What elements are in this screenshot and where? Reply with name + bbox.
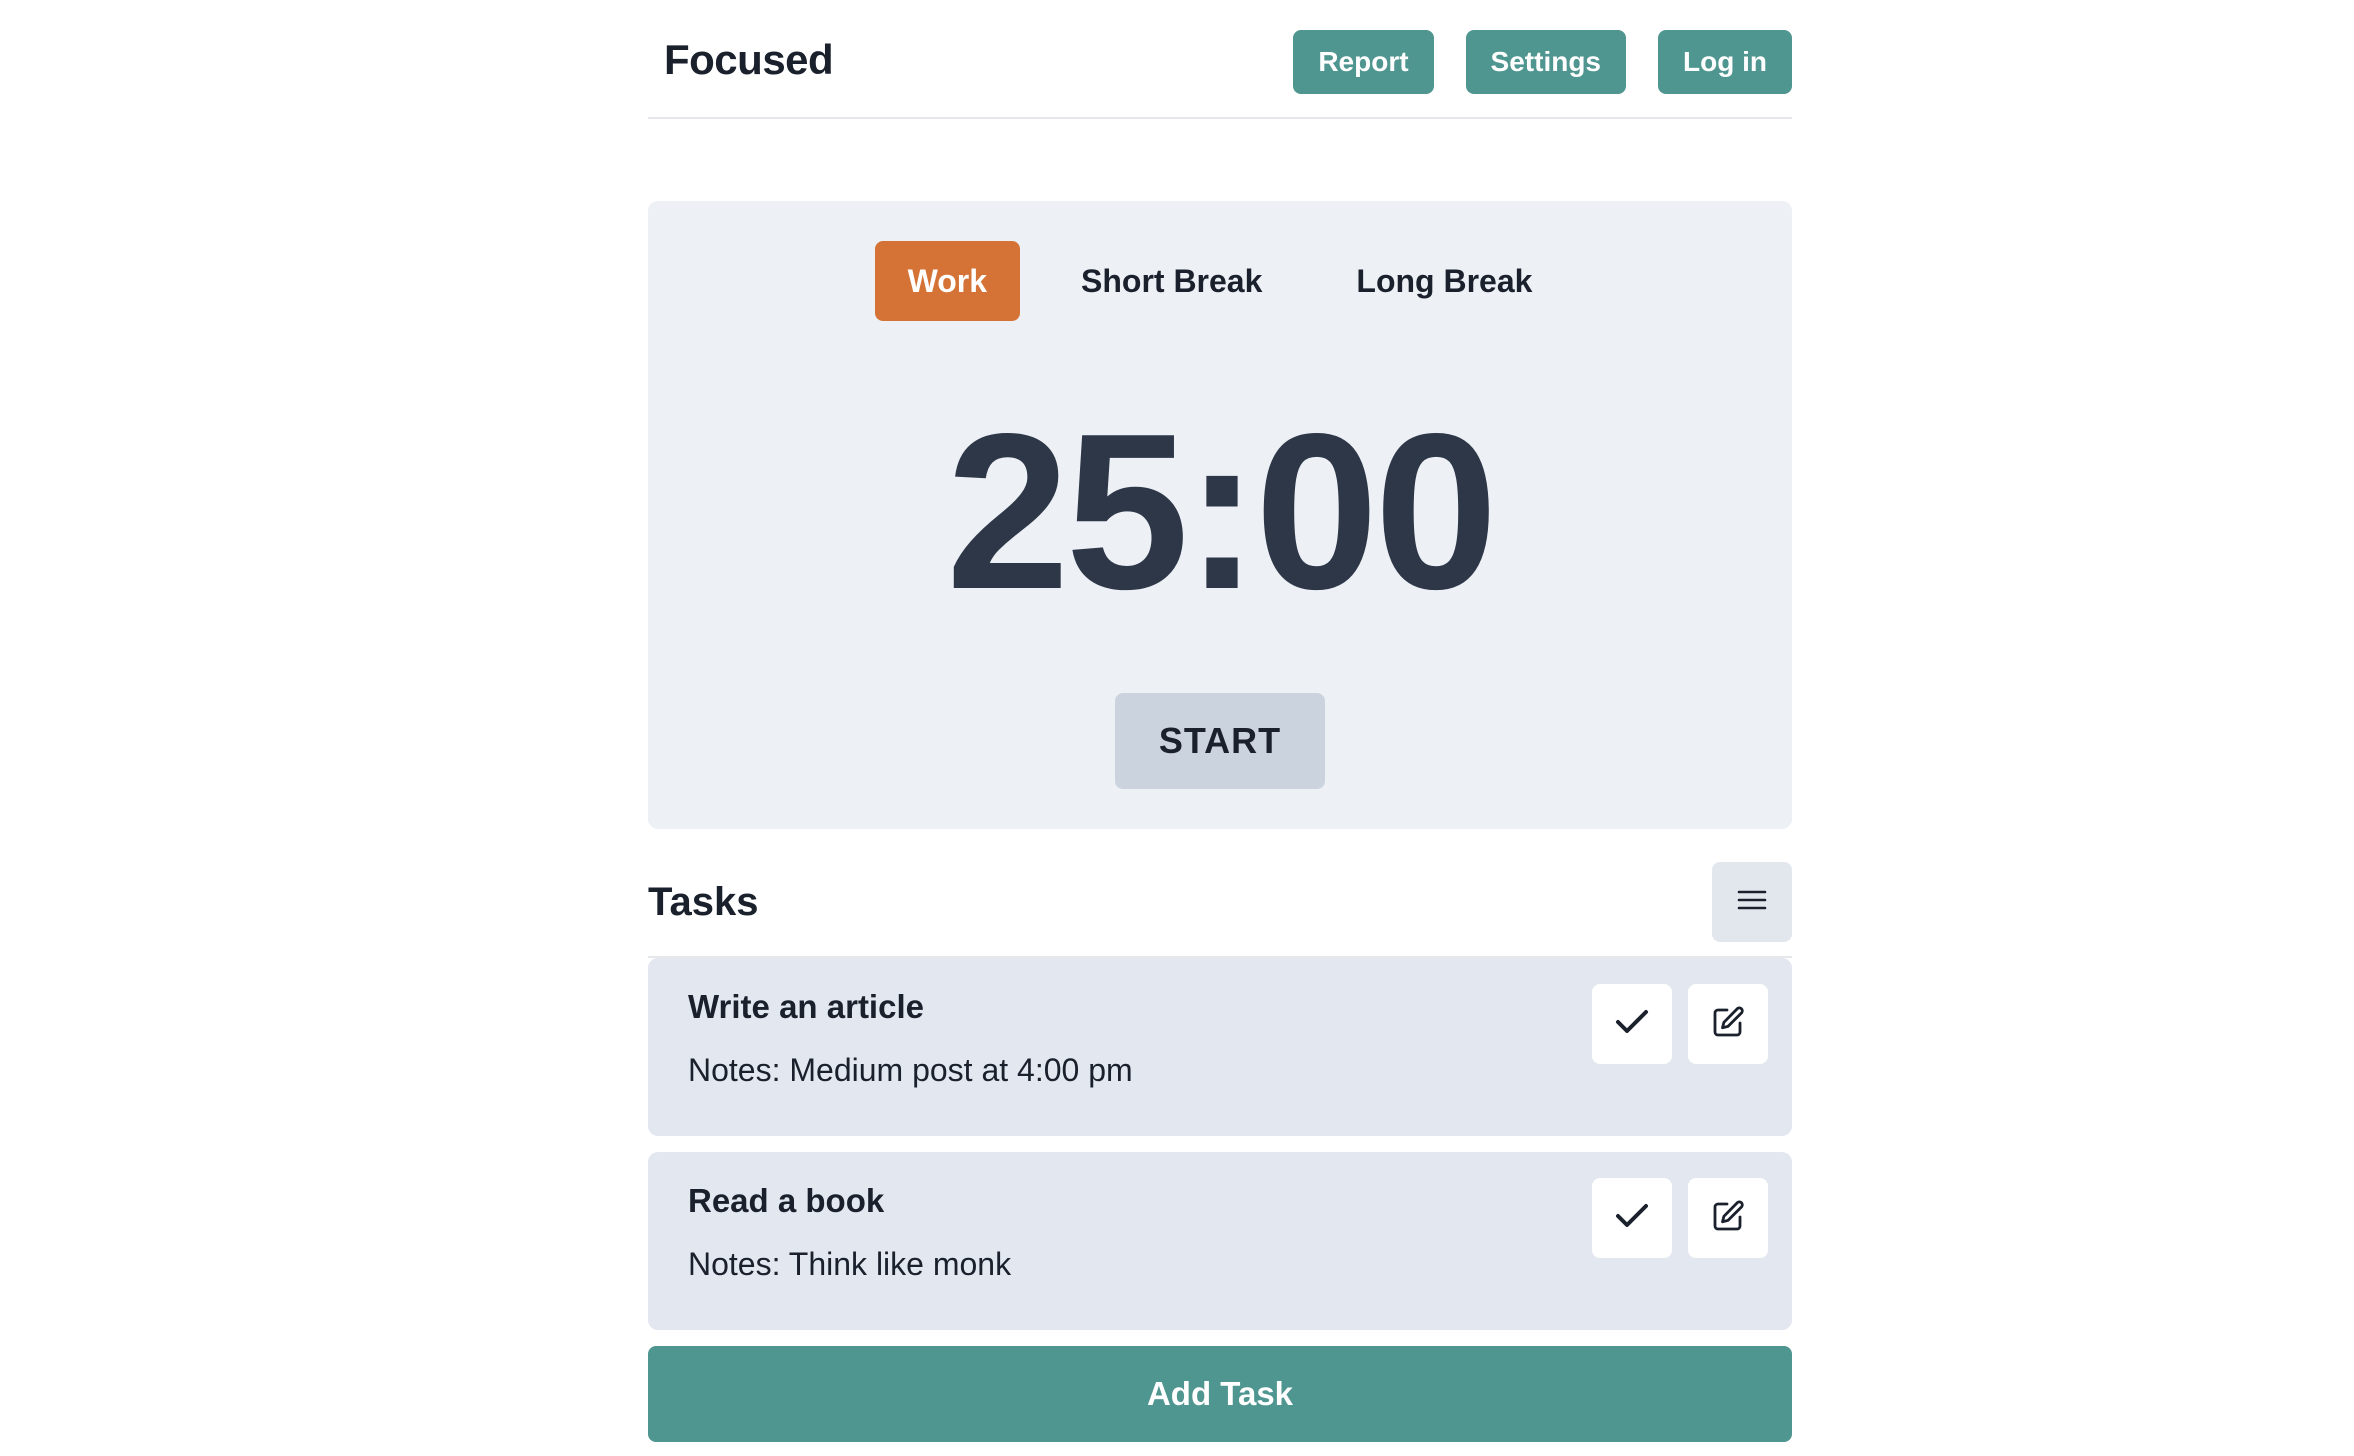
- check-icon: [1615, 1202, 1649, 1235]
- tasks-header: Tasks: [648, 862, 1792, 958]
- app-container: Focused Report Settings Log in Work Shor…: [648, 0, 1792, 1442]
- settings-button[interactable]: Settings: [1465, 30, 1627, 94]
- task-title: Read a book: [688, 1182, 885, 1219]
- tab-short-break[interactable]: Short Break: [1048, 241, 1295, 321]
- header: Focused Report Settings Log in: [648, 0, 1792, 119]
- edit-icon: [1711, 1199, 1745, 1238]
- timer-display: 25:00: [946, 388, 1498, 636]
- task-title: Write an article: [688, 988, 924, 1025]
- start-button[interactable]: START: [1115, 693, 1325, 789]
- tasks-menu-button[interactable]: [1712, 862, 1792, 942]
- task-list: Write an article Notes: Medium post at 4…: [648, 958, 1792, 1346]
- top-nav: Report Settings Log in: [1293, 30, 1792, 94]
- complete-task-button[interactable]: [1592, 984, 1672, 1064]
- tasks-title: Tasks: [648, 880, 759, 924]
- edit-task-button[interactable]: [1688, 984, 1768, 1064]
- complete-task-button[interactable]: [1592, 1178, 1672, 1258]
- task-notes: Notes: Medium post at 4:00 pm: [688, 1052, 1133, 1088]
- report-button[interactable]: Report: [1293, 30, 1434, 94]
- task-item[interactable]: Read a book Notes: Think like monk: [648, 1152, 1792, 1330]
- check-icon: [1615, 1008, 1649, 1041]
- edit-icon: [1711, 1005, 1745, 1044]
- brand-logo[interactable]: Focused: [664, 36, 834, 84]
- menu-icon: [1737, 888, 1767, 917]
- task-actions: [1592, 1178, 1768, 1258]
- task-item[interactable]: Write an article Notes: Medium post at 4…: [648, 958, 1792, 1136]
- tab-long-break[interactable]: Long Break: [1323, 241, 1565, 321]
- timer-card: Work Short Break Long Break 25:00 START: [648, 201, 1792, 829]
- add-task-button[interactable]: Add Task: [648, 1346, 1792, 1442]
- task-notes: Notes: Think like monk: [688, 1246, 1012, 1282]
- task-actions: [1592, 984, 1768, 1064]
- tab-work[interactable]: Work: [874, 241, 1020, 321]
- edit-task-button[interactable]: [1688, 1178, 1768, 1258]
- login-button[interactable]: Log in: [1658, 30, 1792, 94]
- mode-tabs: Work Short Break Long Break: [648, 241, 1792, 321]
